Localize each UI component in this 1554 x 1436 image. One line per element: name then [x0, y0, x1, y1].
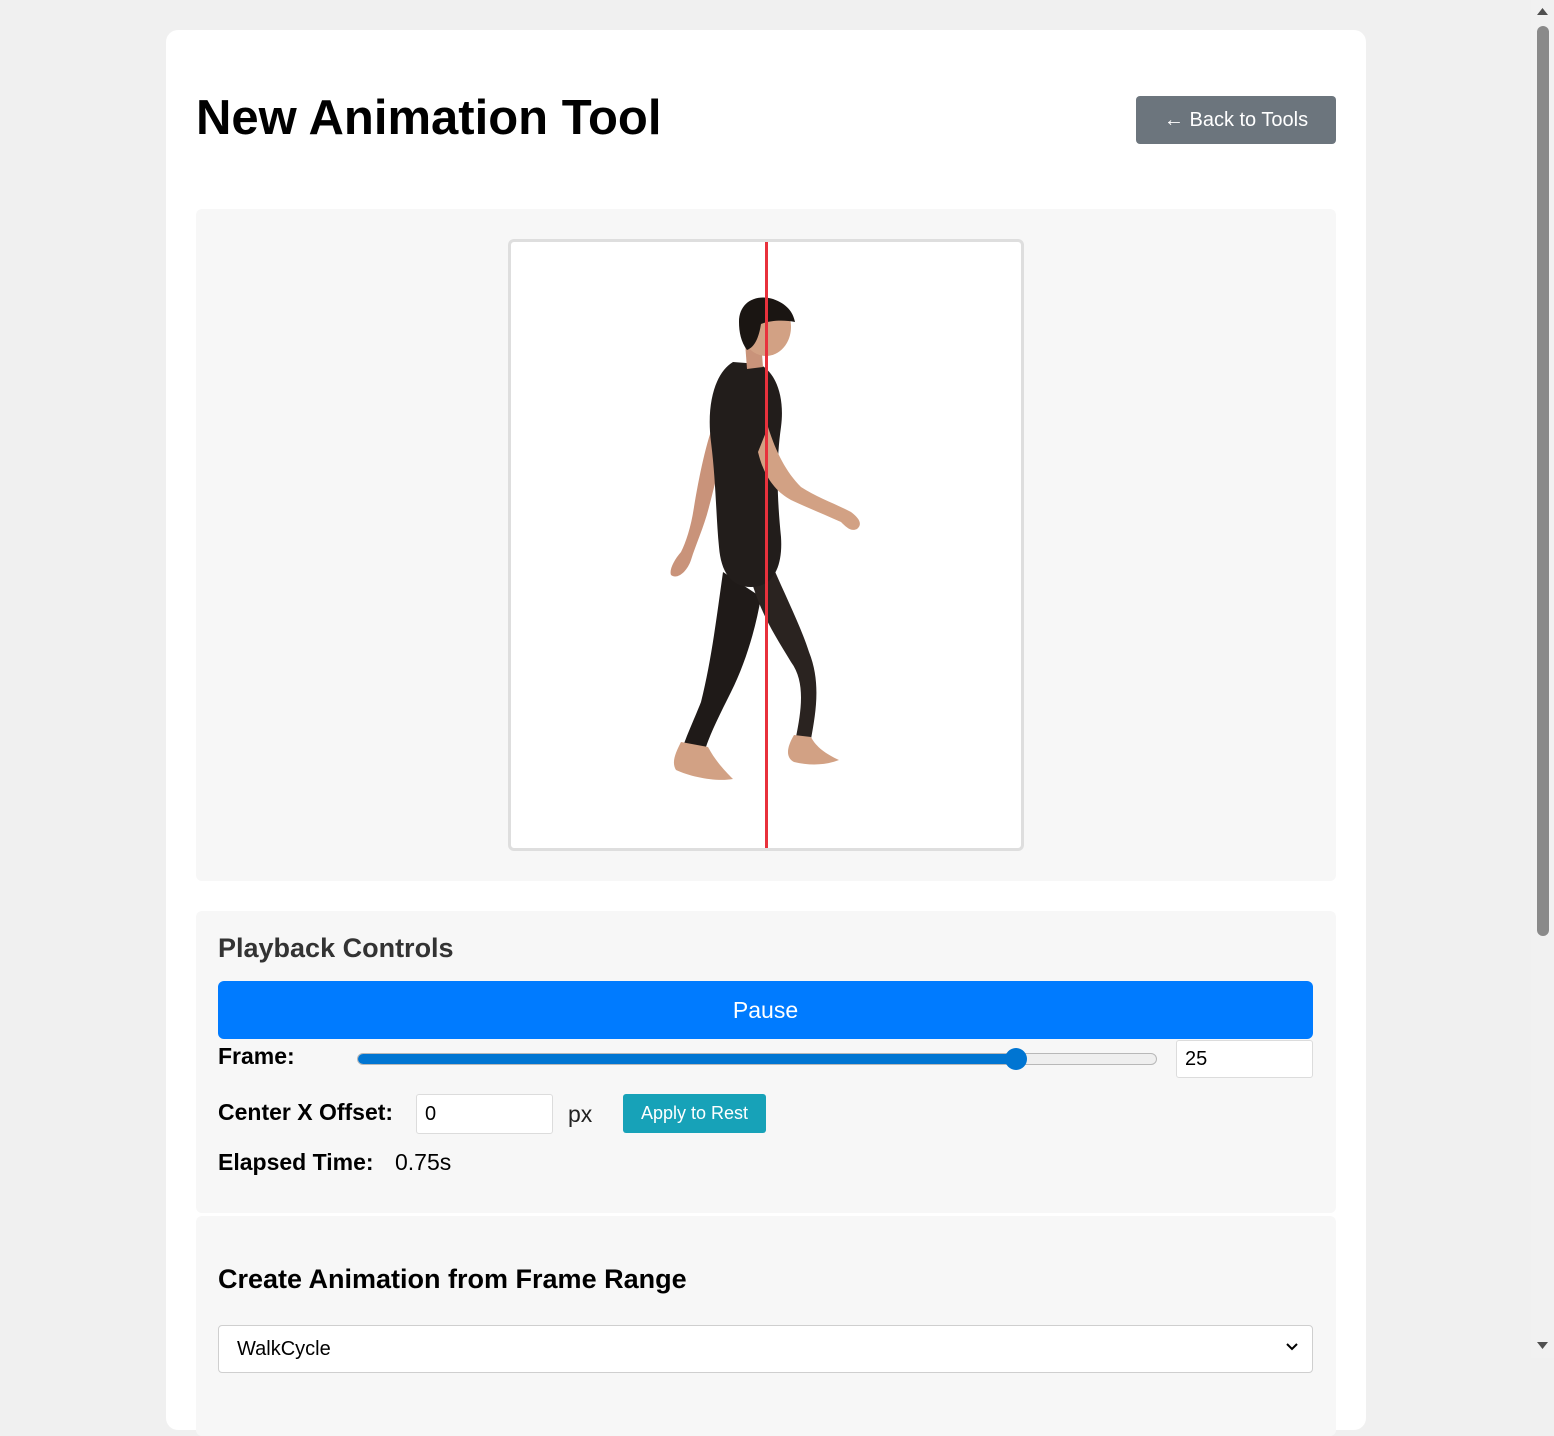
apply-to-rest-button[interactable]: Apply to Rest — [623, 1094, 766, 1133]
scroll-down-arrow-icon[interactable] — [1535, 1340, 1550, 1352]
center-guide-line — [765, 242, 768, 848]
scrollbar-thumb[interactable] — [1537, 26, 1549, 936]
main-container: New Animation Tool ← Back to Tools Playb… — [166, 30, 1366, 1436]
offset-unit-label: px — [568, 1101, 593, 1127]
animation-stage — [196, 209, 1336, 881]
create-animation-panel: Create Animation from Frame Range WalkCy… — [196, 1216, 1336, 1436]
playback-heading: Playback Controls — [218, 933, 454, 963]
elapsed-time-value: 0.75s — [395, 1149, 452, 1175]
pause-button[interactable]: Pause — [218, 981, 1313, 1039]
chevron-down-icon — [1286, 1343, 1298, 1351]
animation-canvas[interactable] — [508, 239, 1024, 851]
scroll-up-arrow-icon[interactable] — [1535, 5, 1550, 17]
page-scrollbar[interactable] — [1531, 0, 1554, 1358]
create-animation-heading: Create Animation from Frame Range — [218, 1264, 687, 1294]
frame-slider-fill — [358, 1054, 1017, 1064]
elapsed-time-label: Elapsed Time: — [218, 1149, 374, 1175]
frame-slider-thumb[interactable] — [1005, 1048, 1028, 1070]
center-x-offset-label: Center X Offset: — [218, 1099, 394, 1125]
animation-select[interactable]: WalkCycle — [218, 1325, 1313, 1373]
frame-slider[interactable] — [357, 1048, 1157, 1070]
back-to-tools-button[interactable]: ← Back to Tools — [1136, 96, 1336, 144]
center-x-offset-input[interactable] — [416, 1094, 553, 1134]
animation-select-value: WalkCycle — [237, 1338, 331, 1360]
frame-number-input[interactable] — [1176, 1040, 1313, 1078]
playback-controls-panel: Playback Controls Pause Frame: Center X … — [196, 911, 1336, 1213]
page-title: New Animation Tool — [196, 91, 662, 145]
frame-label: Frame: — [218, 1043, 295, 1069]
